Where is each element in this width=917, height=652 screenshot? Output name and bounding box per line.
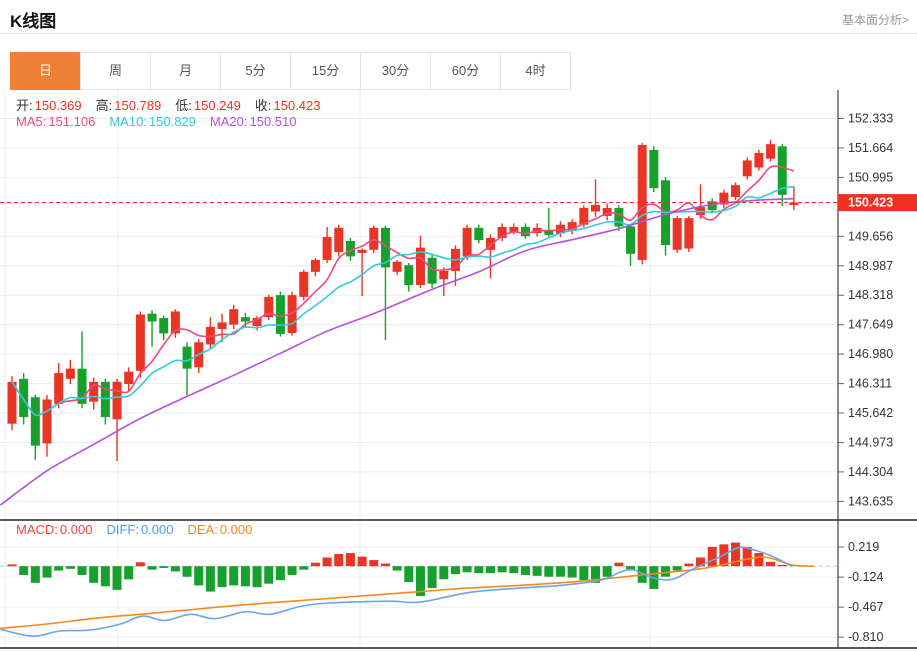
ma-item-2: MA20: 150.510 (210, 114, 297, 129)
svg-text:147.649: 147.649 (848, 318, 893, 332)
ohlc-item-3-label: 收: (254, 98, 272, 113)
ma-item-1: MA10: 150.829 (109, 114, 196, 129)
ma-legend: MA5: 151.106 MA10: 150.829 MA20: 150.510 (16, 114, 311, 129)
macd-item-0-value: 0.000 (59, 522, 93, 537)
ohlc-item-2: 低: 150.249 (175, 98, 241, 113)
ohlc-item-1: 高: 150.789 (96, 98, 162, 113)
macd-item-1-value: 0.000 (140, 522, 174, 537)
svg-text:148.987: 148.987 (848, 259, 893, 273)
macd-legend: MACD: 0.000 DIFF: 0.000 DEA: 0.000 (16, 522, 266, 537)
ohlc-item-0-label: 开: (16, 98, 33, 113)
macd-item-1-label: DIFF: (106, 522, 139, 537)
header-divider (0, 33, 917, 34)
kline-page: K线图 基本面分析> 日周月 5分 15分 30分 60分 4时 152.333 151.6… (0, 0, 917, 652)
ohlc-legend: 开: 150.369 高: 150.789 低: 150.249 收: 150.423 (16, 95, 335, 114)
svg-text:145.642: 145.642 (848, 406, 893, 420)
ma-item-0: MA5: 151.106 (16, 114, 95, 129)
svg-text:144.973: 144.973 (848, 436, 893, 450)
header: K线图 基本面分析> (0, 0, 917, 33)
ohlc-item-1-label: 高: (95, 98, 113, 113)
ohlc-item-2-label: 低: (175, 98, 192, 113)
ma-item-2-label: MA20: (209, 114, 248, 129)
ma-item-0-value: 151.106 (48, 114, 96, 129)
ohlc-item-0-value: 150.369 (34, 98, 82, 113)
ohlc-item-0: 开: 150.369 (16, 98, 82, 113)
macd-layer (0, 542, 838, 638)
ma-item-2-value: 150.510 (249, 114, 297, 129)
svg-text:152.333: 152.333 (848, 112, 893, 126)
svg-text:-0.467: -0.467 (848, 600, 883, 614)
svg-text:144.304: 144.304 (848, 465, 893, 479)
ohlc-item-3-value: 150.423 (273, 98, 321, 113)
svg-text:-0.124: -0.124 (848, 570, 883, 584)
svg-text:148.318: 148.318 (848, 288, 893, 302)
page-title: K线图 (10, 12, 57, 31)
svg-text:0.219: 0.219 (848, 540, 879, 554)
current-price-badge-text: 150.423 (848, 196, 893, 210)
ma-item-0-label: MA5: (16, 114, 47, 129)
svg-text:143.635: 143.635 (848, 494, 893, 508)
price-axis: 152.333 151.664 150.995 149.656 148.987 148.3… (838, 112, 893, 644)
macd-item-2-label: DEA: (187, 522, 218, 537)
ma-lines-layer (0, 165, 795, 506)
ohlc-item-2-value: 150.249 (193, 98, 241, 113)
svg-text:146.311: 146.311 (848, 377, 892, 391)
svg-text:150.995: 150.995 (848, 170, 893, 184)
svg-text:146.980: 146.980 (848, 347, 893, 361)
macd-item-2-value: 0.000 (219, 522, 253, 537)
svg-text:151.664: 151.664 (848, 141, 893, 155)
kline-chart[interactable]: 152.333 151.664 150.995 149.656 148.987 148.3… (0, 85, 917, 652)
fundamental-analysis-link[interactable]: 基本面分析> (842, 11, 909, 28)
macd-item-0-label: MACD: (16, 522, 58, 537)
ohlc-item-1-value: 150.789 (114, 98, 162, 113)
macd-item-2: DEA: 0.000 (187, 522, 252, 537)
svg-text:-0.810: -0.810 (848, 630, 883, 644)
macd-item-1: DIFF: 0.000 (106, 522, 173, 537)
macd-item-0: MACD: 0.000 (16, 522, 92, 537)
ohlc-item-3: 收: 150.423 (255, 98, 321, 113)
ma-item-1-value: 150.829 (148, 114, 196, 129)
svg-text:149.656: 149.656 (848, 229, 893, 243)
ma-item-1-label: MA10: (109, 114, 147, 129)
